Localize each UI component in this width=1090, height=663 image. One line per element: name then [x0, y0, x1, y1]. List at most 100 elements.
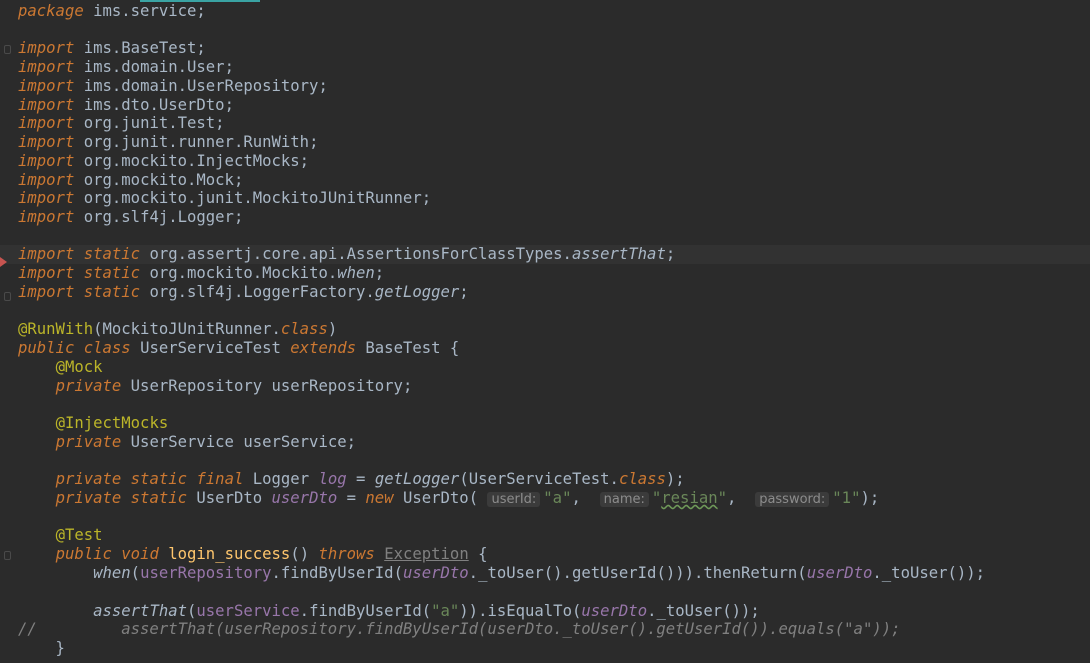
import-path: org.junit.Test	[83, 114, 216, 132]
import-path: org.mockito.junit.MockitoJUnitRunner	[83, 189, 422, 207]
code-line-static-import[interactable]: import static org.mockito.Mockito.when;	[18, 264, 384, 283]
field-ref: userDto	[806, 564, 873, 582]
string-literal: "a"	[543, 489, 572, 507]
keyword: import	[18, 283, 75, 301]
method-call: thenReturn	[703, 564, 798, 582]
import-path: org.assertj.core.api.AssertionsForClassT…	[149, 245, 572, 263]
import-path: org.mockito.InjectMocks	[83, 152, 300, 170]
code-line-annotation[interactable]: @Test	[18, 526, 103, 545]
code-line-method-decl[interactable]: public void login_success() throws Excep…	[18, 545, 488, 564]
code-line-statement[interactable]: assertThat(userService.findByUserId("a")…	[18, 602, 760, 621]
field-ref: userDto	[402, 564, 469, 582]
code-line-field[interactable]: private UserService userService;	[18, 433, 356, 452]
code-line-class-decl[interactable]: public class UserServiceTest extends Bas…	[18, 339, 459, 358]
code-line-import[interactable]: import ims.domain.User;	[18, 58, 234, 77]
code-line-field[interactable]: private static final Logger log = getLog…	[18, 470, 685, 489]
keyword: throws	[318, 545, 375, 563]
field-ref: userService	[196, 602, 300, 620]
keyword: import	[18, 77, 75, 95]
keyword: import	[18, 189, 75, 207]
static-member: when	[337, 264, 375, 282]
keyword: private	[55, 433, 122, 451]
keyword: import	[18, 171, 75, 189]
method-call: isEqualTo	[487, 602, 572, 620]
code-line-import[interactable]: import org.mockito.InjectMocks;	[18, 152, 309, 171]
import-path: ims.domain.User	[83, 58, 225, 76]
code-line-import[interactable]: import org.mockito.Mock;	[18, 171, 243, 190]
fold-marker-icon[interactable]	[4, 292, 11, 301]
keyword: private	[55, 470, 122, 488]
param-hint: name:	[599, 492, 649, 507]
code-line-static-import[interactable]: import static org.assertj.core.api.Asser…	[18, 245, 675, 264]
keyword: static	[130, 489, 188, 507]
method-call: assertThat	[93, 602, 187, 620]
code-line-comment[interactable]: // assertThat(userRepository.findByUserI…	[18, 620, 901, 639]
keyword: import	[18, 58, 75, 76]
keyword: package	[18, 2, 84, 20]
field-ref: userRepository	[140, 564, 272, 582]
keyword: import	[18, 39, 75, 57]
code-line-annotation[interactable]: @InjectMocks	[18, 414, 169, 433]
import-path: ims.BaseTest	[83, 39, 197, 57]
keyword: private	[55, 377, 122, 395]
keyword: private	[55, 489, 122, 507]
method-call: getUserId	[571, 564, 657, 582]
code-line-package[interactable]: package ims.service;	[18, 2, 206, 21]
field-name: log	[318, 470, 347, 488]
code-line-import[interactable]: import org.junit.runner.RunWith;	[18, 133, 318, 152]
class-ref: BaseTest	[365, 339, 441, 357]
code-line-annotation[interactable]: @Mock	[18, 358, 103, 377]
code-line-import[interactable]: import org.slf4j.Logger;	[18, 208, 243, 227]
string-literal: "a"	[431, 602, 460, 620]
method-call: getLogger	[374, 470, 460, 488]
method-call: _toUser	[478, 564, 544, 582]
method-call: _toUser	[656, 602, 723, 620]
keyword: import	[18, 264, 75, 282]
fold-marker-icon[interactable]	[4, 45, 11, 54]
type-ref: UserService	[130, 433, 234, 451]
keyword: import	[18, 114, 75, 132]
type-ref: UserRepository	[130, 377, 263, 395]
code-editor[interactable]: package ims.service; import ims.BaseTest…	[0, 0, 1090, 663]
code-line-import[interactable]: import ims.dto.UserDto;	[18, 96, 234, 115]
code-line-close-brace[interactable]: }	[18, 639, 65, 658]
field-ref: userDto	[581, 602, 648, 620]
import-path: org.junit.runner.RunWith	[83, 133, 310, 151]
code-line-statement[interactable]: when(userRepository.findByUserId(userDto…	[18, 564, 985, 583]
field-name: userService	[243, 433, 347, 451]
import-path: org.slf4j.LoggerFactory.	[149, 283, 375, 301]
annotation: @Mock	[55, 358, 103, 376]
package-name: ims.service	[93, 2, 197, 20]
string-quote: "	[717, 489, 728, 507]
code-line-import[interactable]: import org.junit.Test;	[18, 114, 225, 133]
code-line-import[interactable]: import org.mockito.junit.MockitoJUnitRun…	[18, 189, 431, 208]
fold-marker-icon[interactable]	[4, 551, 11, 560]
keyword: class	[83, 339, 131, 357]
static-member: assertThat	[571, 245, 666, 263]
keyword: static	[83, 264, 141, 282]
keyword: static	[83, 245, 141, 263]
static-member: getLogger	[374, 283, 460, 301]
param-hint: userId:	[487, 492, 541, 507]
keyword: static	[83, 283, 141, 301]
code-line-field[interactable]: private static UserDto userDto = new Use…	[18, 489, 879, 508]
import-path: org.slf4j.Logger	[83, 208, 234, 226]
semicolon: ;	[196, 2, 206, 20]
annotation: @RunWith	[18, 320, 94, 338]
import-path: ims.dto.UserDto	[83, 96, 225, 114]
method-call: findByUserId	[280, 564, 394, 582]
breakpoint-arrow-icon[interactable]	[0, 257, 7, 267]
code-line-import[interactable]: import ims.BaseTest;	[18, 39, 206, 58]
code-line-static-import[interactable]: import static org.slf4j.LoggerFactory.ge…	[18, 283, 469, 302]
keyword: import	[18, 152, 75, 170]
type-ref: UserDto	[402, 489, 469, 507]
keyword: class	[280, 320, 328, 338]
code-line-import[interactable]: import ims.domain.UserRepository;	[18, 77, 328, 96]
keyword: class	[618, 470, 666, 488]
code-line-annotation[interactable]: @RunWith(MockitoJUnitRunner.class)	[18, 320, 337, 339]
code-line-field[interactable]: private UserRepository userRepository;	[18, 377, 413, 396]
keyword: import	[18, 245, 75, 263]
keyword: void	[121, 545, 159, 563]
annotation: @Test	[55, 526, 103, 544]
string-quote: "	[651, 489, 662, 507]
